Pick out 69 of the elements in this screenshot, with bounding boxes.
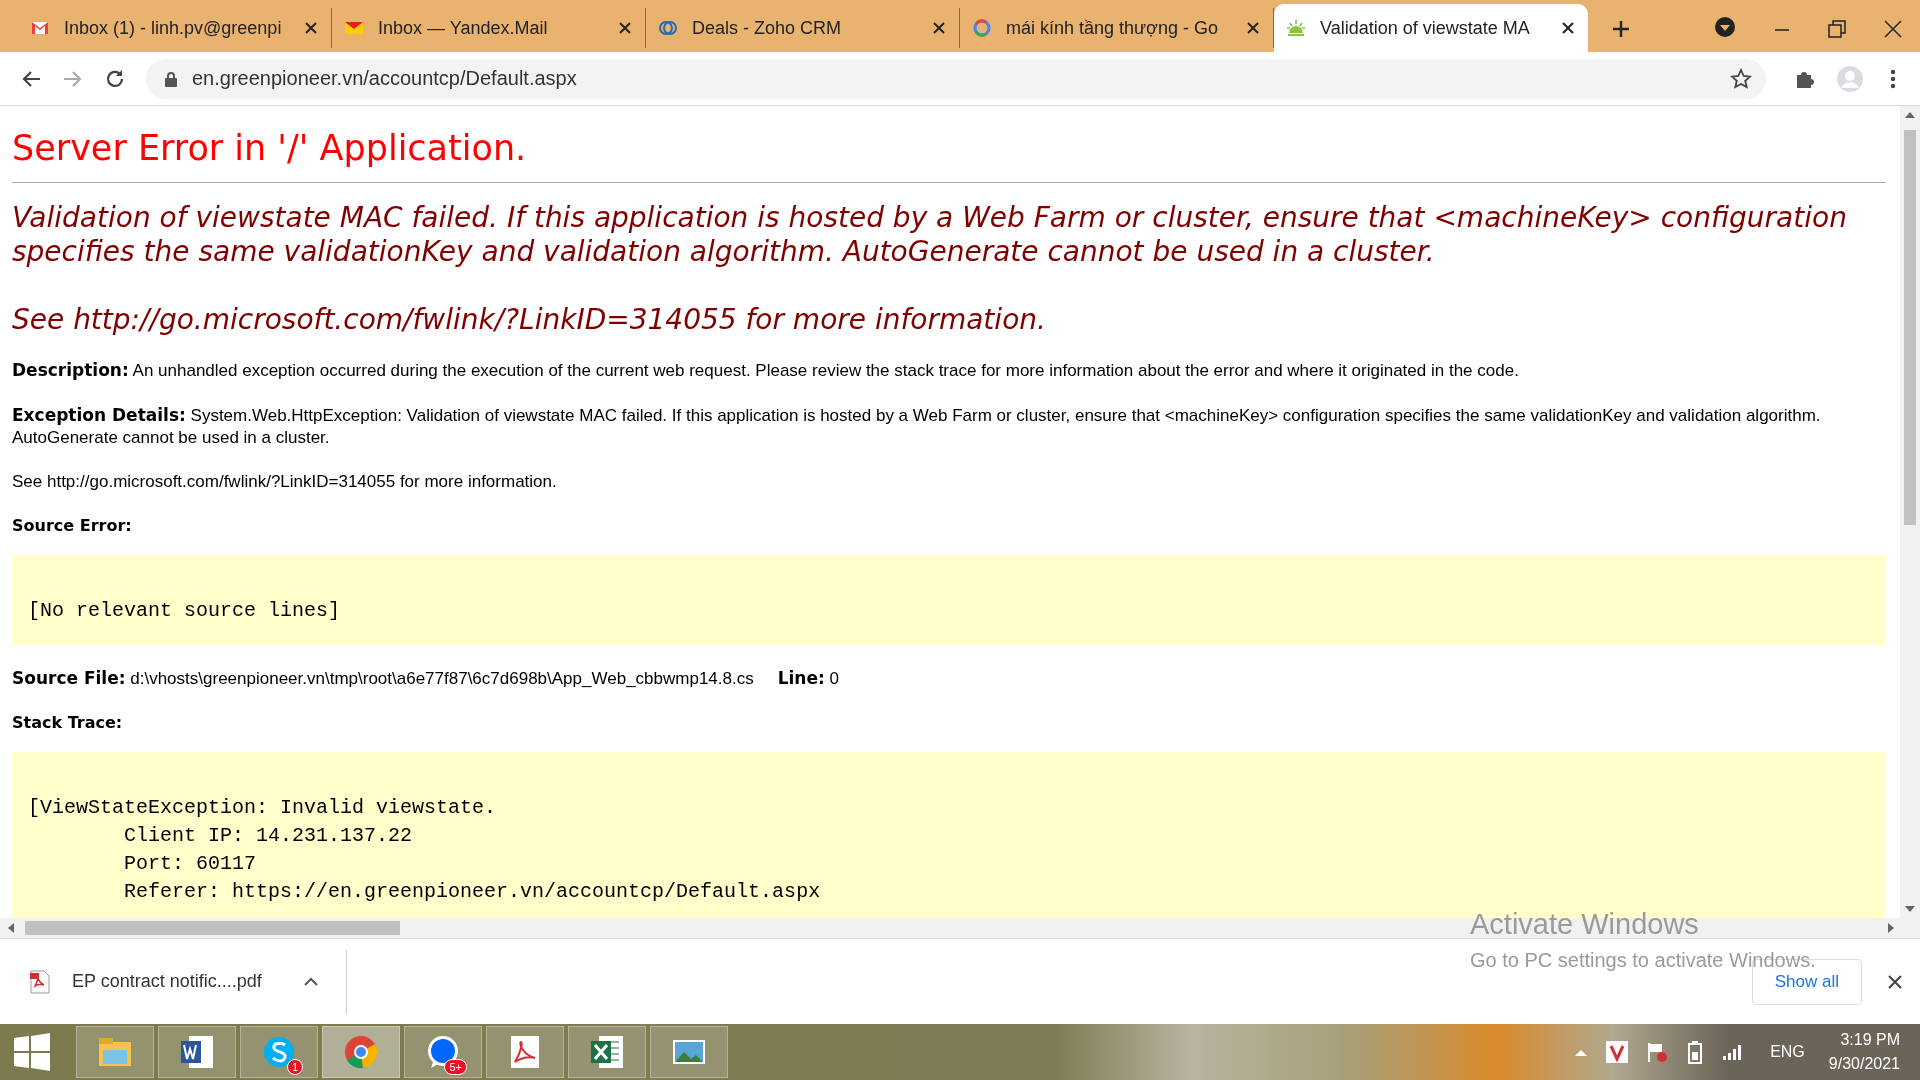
- activation-title: Activate Windows: [1470, 907, 1700, 941]
- close-icon[interactable]: [305, 22, 317, 34]
- tab-title: Inbox (1) - linh.pv@greenpi: [64, 17, 283, 39]
- right-caret-icon[interactable]: [1888, 923, 1894, 933]
- left-caret-icon[interactable]: [8, 923, 14, 933]
- up-caret-icon[interactable]: [1905, 112, 1915, 118]
- code-line: [No relevant source lines]: [28, 598, 342, 624]
- tab-title: Inbox — Yandex.Mail: [378, 17, 549, 39]
- address-bar[interactable]: en.greenpioneer.vn/accountcp/Default.aspx: [146, 58, 1766, 99]
- taskbar-app[interactable]: 5+: [404, 1026, 482, 1078]
- tab-title: mái kính tầng thượng - Go: [1006, 17, 1219, 39]
- browser-tab[interactable]: Inbox — Yandex.Mail: [332, 8, 646, 48]
- browser-tab[interactable]: Inbox (1) - linh.pv@greenpi: [18, 8, 332, 48]
- url-text: en.greenpioneer.vn/accountcp/Default.aspx: [192, 67, 577, 90]
- browser-tab[interactable]: Validation of viewstate MA: [1274, 4, 1588, 52]
- vertical-scrollbar[interactable]: [1900, 106, 1920, 918]
- error-heading: Server Error in '/' Application.: [12, 127, 528, 170]
- menu-icon[interactable]: [1890, 67, 1896, 90]
- code-line: Referer: https://en.greenpioneer.vn/accountcp/Default.aspx: [123, 879, 822, 905]
- section-label: Stack Trace:: [12, 712, 124, 734]
- close-icon[interactable]: [1247, 22, 1259, 34]
- clock-time[interactable]: 3:19 PM: [1840, 1028, 1900, 1052]
- scroll-thumb[interactable]: [1904, 130, 1916, 525]
- download-item[interactable]: EP contract notific....pdf: [0, 949, 347, 1014]
- section-label: Source Error:: [12, 515, 133, 537]
- taskbar-app[interactable]: [568, 1026, 646, 1078]
- taskbar-app[interactable]: 1: [240, 1026, 318, 1078]
- language-indicator[interactable]: ENG: [1770, 1043, 1805, 1061]
- scroll-thumb[interactable]: [25, 921, 400, 935]
- paragraph: Description: An unhandled exception occurred during the execution of the current web request. Please review the stack trace for more information about the error and where it originated in the code.: [12, 359, 1520, 382]
- code-line: Port: 60117: [123, 851, 258, 877]
- close-icon[interactable]: [1888, 974, 1902, 989]
- code-line: [ViewStateException: Invalid viewstate.: [28, 795, 498, 821]
- plus-icon[interactable]: [1612, 20, 1630, 38]
- signal-icon[interactable]: [1722, 1044, 1743, 1060]
- star-icon[interactable]: [1730, 67, 1752, 90]
- taskbar-app[interactable]: [486, 1026, 564, 1078]
- notification-badge: 5+: [444, 1059, 467, 1075]
- source-info-text: Source File: d:\vhosts\greenpioneer.vn\tmp\root\a6e77f87\6c7d698b\App_Web_cbbwmp14.8.cs: [12, 667, 754, 690]
- error-message: Validation of viewstate MAC failed. If this application is hosted by a Web Farm or cluster, ensure that <machineKey> configuration specifies the same validationKey and validation algorithm. AutoGenerate cannot be used in a cluster.: [12, 201, 1848, 269]
- file-name: EP contract notific....pdf: [72, 971, 262, 992]
- down-caret-icon[interactable]: [1905, 906, 1915, 912]
- paragraph: Exception Details: System.Web.HttpException: Validation of viewstate MAC failed. If this application is hosted by a Web Farm or cluster, ensure that <machineKey> configuration specifies the same validationKey and validation algorithm. AutoGenerate cannot be used in a cluster.: [12, 404, 1822, 449]
- battery-icon[interactable]: [1686, 1040, 1705, 1064]
- taskbar-app[interactable]: [158, 1026, 236, 1078]
- pdf-file-icon: [30, 969, 50, 994]
- tab-title: Validation of viewstate MA: [1320, 17, 1531, 39]
- source-info-text: Line: 0: [777, 667, 839, 690]
- up-caret-icon[interactable]: [303, 977, 318, 986]
- flag-icon[interactable]: [1646, 1041, 1669, 1063]
- browser-tab[interactable]: Deals - Zoho CRM: [646, 8, 960, 48]
- tab-title: Deals - Zoho CRM: [692, 17, 843, 39]
- sunrise-icon: [1286, 18, 1306, 38]
- rings-icon: [658, 18, 678, 38]
- dropdown-icon[interactable]: [1714, 16, 1736, 38]
- code-line: Client IP: 14.231.137.22: [123, 823, 414, 849]
- paragraph: See http://go.microsoft.com/fwlink/?LinkID=314055 for more information.: [12, 471, 558, 493]
- close-icon[interactable]: [619, 22, 631, 34]
- restore-icon[interactable]: [1828, 20, 1846, 38]
- close-icon[interactable]: [1884, 20, 1902, 38]
- lock-icon: [164, 70, 178, 87]
- close-icon[interactable]: [1562, 22, 1574, 34]
- clock-date[interactable]: 9/30/2021: [1828, 1052, 1900, 1076]
- notification-badge: 1: [286, 1059, 303, 1075]
- ring-icon: [972, 18, 992, 38]
- info-link-text: See http://go.microsoft.com/fwlink/?LinkID=314055 for more information.: [12, 303, 1047, 337]
- close-icon[interactable]: [933, 22, 945, 34]
- taskbar-app[interactable]: [650, 1026, 728, 1078]
- windows-logo-icon[interactable]: [12, 1032, 52, 1072]
